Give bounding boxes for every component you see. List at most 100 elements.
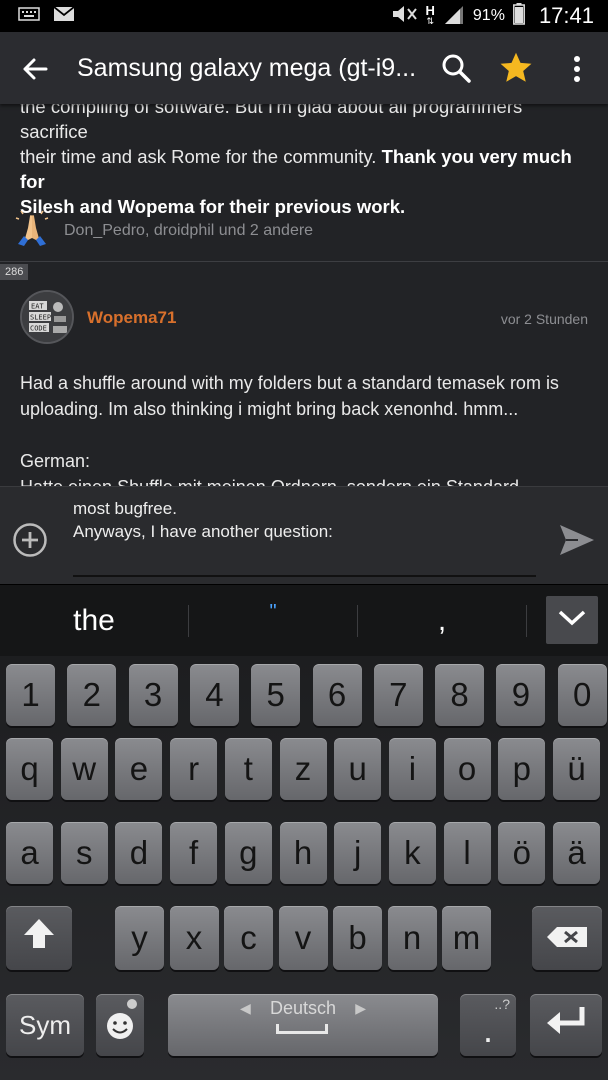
signal-icon bbox=[443, 4, 465, 29]
key-letter[interactable]: s bbox=[60, 822, 108, 884]
search-icon[interactable] bbox=[440, 52, 472, 84]
key-letter[interactable]: ö bbox=[498, 822, 546, 884]
key-digit[interactable]: 2 bbox=[67, 664, 117, 726]
key-digit[interactable]: 1 bbox=[6, 664, 55, 726]
key-letter[interactable]: r bbox=[170, 738, 218, 800]
shift-key[interactable] bbox=[6, 906, 72, 970]
more-vert-icon[interactable] bbox=[566, 54, 588, 84]
key-letter[interactable]: z bbox=[279, 738, 327, 800]
key-label: a bbox=[20, 834, 39, 871]
key-letter[interactable]: o bbox=[443, 738, 491, 800]
key-letter[interactable]: f bbox=[170, 822, 218, 884]
keyboard: 1234567890qwertzuiopüasdfghjklöäyxcvbnm … bbox=[0, 656, 608, 1080]
key-digit[interactable]: 0 bbox=[557, 664, 607, 726]
key-letter[interactable]: j bbox=[334, 822, 382, 884]
emoji-key[interactable] bbox=[96, 994, 144, 1056]
key-digit[interactable]: 3 bbox=[128, 664, 178, 726]
add-attachment-icon[interactable] bbox=[12, 522, 48, 558]
key-letter[interactable]: m bbox=[442, 906, 491, 970]
key-letter[interactable]: e bbox=[115, 738, 163, 800]
network-type-label: H bbox=[425, 3, 435, 18]
post-username[interactable]: Wopema71 bbox=[87, 308, 176, 328]
avatar[interactable]: EAT SLEEP CODE bbox=[20, 290, 74, 344]
key-digit[interactable]: 5 bbox=[251, 664, 301, 726]
reply-input-line: Anyways, I have another question: bbox=[73, 522, 333, 541]
key-letter[interactable]: q bbox=[6, 738, 53, 800]
suggestion-item[interactable]: the bbox=[0, 585, 188, 657]
avatar-text-code: CODE bbox=[30, 325, 47, 333]
key-label: m bbox=[452, 919, 481, 956]
key-digit[interactable]: 8 bbox=[435, 664, 485, 726]
praying-hands-icon bbox=[14, 210, 50, 251]
key-letter[interactable]: l bbox=[443, 822, 491, 884]
key-letter[interactable]: n bbox=[387, 906, 437, 970]
key-letter[interactable]: x bbox=[169, 906, 219, 970]
likes-row[interactable]: Don_Pedro, droidphil und 2 andere bbox=[14, 210, 313, 251]
back-arrow-icon[interactable] bbox=[20, 54, 50, 84]
key-label: ü bbox=[567, 750, 586, 787]
key-label: h bbox=[293, 834, 313, 871]
period-key[interactable]: ..? . bbox=[460, 994, 516, 1056]
key-letter[interactable]: v bbox=[278, 906, 328, 970]
key-letter[interactable]: y bbox=[115, 906, 164, 970]
key-letter[interactable]: h bbox=[279, 822, 327, 884]
space-language-label: Deutsch bbox=[269, 998, 337, 1018]
shift-arrow-icon bbox=[22, 917, 56, 959]
emoji-smiley-icon bbox=[100, 996, 140, 1054]
sym-key[interactable]: Sym bbox=[6, 994, 84, 1056]
key-label: y bbox=[131, 919, 148, 956]
send-icon[interactable] bbox=[558, 523, 596, 557]
suggestion-item[interactable]: " bbox=[189, 585, 357, 657]
reply-input-line: most bugfree. bbox=[73, 499, 177, 518]
suggestion-item[interactable]: , bbox=[358, 585, 526, 657]
key-letter[interactable]: d bbox=[115, 822, 163, 884]
status-bar: H ⇅ 91% 17:41 bbox=[0, 0, 608, 32]
key-label: x bbox=[185, 919, 203, 956]
network-h-icon: H ⇅ bbox=[425, 3, 435, 26]
key-label: r bbox=[188, 750, 200, 787]
key-label: o bbox=[457, 750, 477, 787]
key-letter[interactable]: b bbox=[333, 906, 382, 970]
key-label: d bbox=[129, 834, 149, 871]
keyboard-icon bbox=[18, 7, 40, 26]
key-letter[interactable]: t bbox=[224, 738, 272, 800]
app-bar: Samsung galaxy mega (gt-i9... bbox=[0, 32, 608, 104]
key-digit[interactable]: 6 bbox=[312, 664, 362, 726]
previous-post-text: the compiling of software. But I'm glad … bbox=[20, 104, 590, 219]
key-letter[interactable]: i bbox=[388, 738, 436, 800]
space-key[interactable]: ◀ Deutsch ▶ bbox=[168, 994, 438, 1056]
key-letter[interactable]: a bbox=[6, 822, 53, 884]
key-letter[interactable]: p bbox=[498, 738, 546, 800]
key-digit[interactable]: 7 bbox=[373, 664, 423, 726]
post-paragraph: Had a shuffle around with my folders but… bbox=[20, 373, 559, 419]
key-digit[interactable]: 9 bbox=[496, 664, 546, 726]
key-letter[interactable]: k bbox=[388, 822, 436, 884]
key-label: 1 bbox=[21, 676, 40, 713]
key-label: w bbox=[72, 750, 97, 787]
key-letter[interactable]: ü bbox=[553, 738, 600, 800]
key-label: i bbox=[408, 750, 417, 787]
avatar-text-sleep: SLEEP bbox=[30, 314, 51, 322]
key-letter[interactable]: c bbox=[224, 906, 273, 970]
key-digit[interactable]: 4 bbox=[189, 664, 239, 726]
key-label: ö bbox=[512, 834, 531, 871]
battery-percent: 91% bbox=[472, 7, 505, 24]
star-icon[interactable] bbox=[498, 50, 534, 86]
key-label: 3 bbox=[143, 676, 163, 713]
key-letter[interactable]: w bbox=[60, 738, 108, 800]
key-letter[interactable]: ä bbox=[553, 822, 600, 884]
key-label: 8 bbox=[450, 676, 469, 713]
key-label: z bbox=[294, 750, 312, 787]
enter-key[interactable] bbox=[530, 994, 602, 1056]
thread-content[interactable]: the compiling of software. But I'm glad … bbox=[0, 104, 608, 486]
key-letter[interactable]: u bbox=[334, 738, 382, 800]
key-letter[interactable]: g bbox=[224, 822, 272, 884]
backspace-key[interactable] bbox=[532, 906, 602, 970]
key-label: 9 bbox=[511, 676, 531, 713]
collapse-suggestions-button[interactable] bbox=[546, 596, 598, 644]
sym-key-label: Sym bbox=[19, 1009, 71, 1040]
backspace-icon bbox=[545, 919, 589, 957]
mail-icon bbox=[53, 6, 75, 26]
reply-input[interactable]: most bugfree. Anyways, I have another qu… bbox=[73, 497, 533, 543]
key-label: g bbox=[239, 834, 258, 871]
